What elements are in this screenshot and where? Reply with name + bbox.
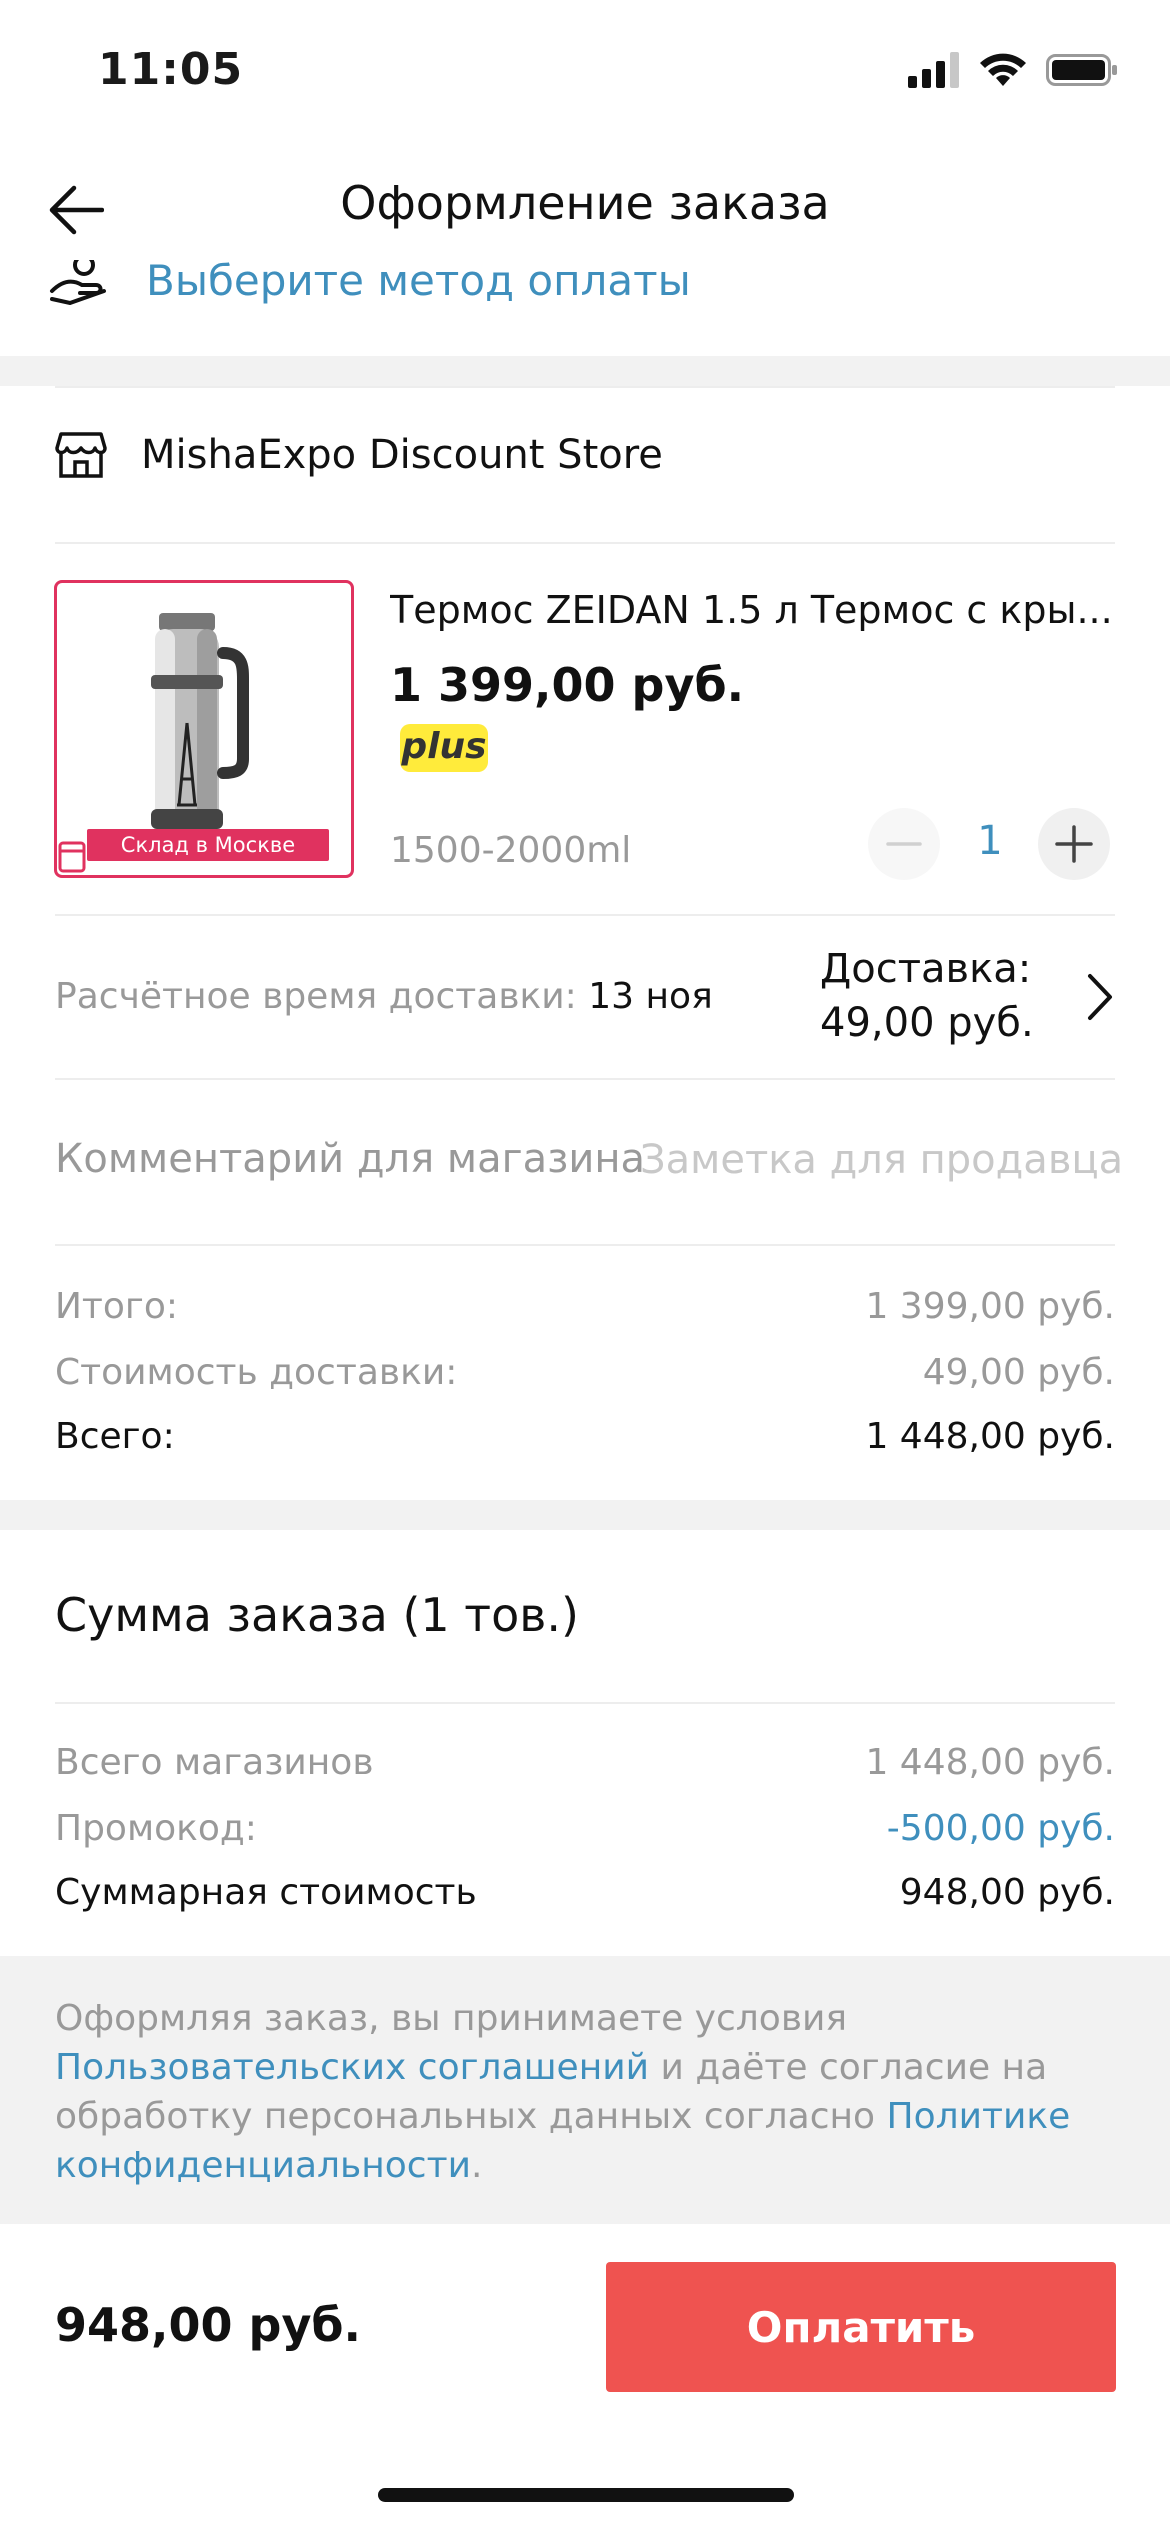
section-separator [0,356,1170,386]
store-total-value: 1 448,00 руб. [865,1416,1115,1457]
home-indicator[interactable] [378,2488,794,2502]
quantity-decrease-button[interactable] [868,808,940,880]
shipping-cost-row: Стоимость доставки: 49,00 руб. [55,1352,1115,1393]
section-separator [0,1500,1170,1530]
minus-icon [886,842,922,846]
divider [55,1244,1115,1246]
store-total-row: Всего: 1 448,00 руб. [55,1416,1115,1457]
eta-label: Расчётное время доставки: [55,976,577,1017]
divider [55,914,1115,916]
comment-label: Комментарий для магазина [55,1136,646,1182]
warehouse-badge: Склад в Москве [87,829,329,861]
seller-note-input[interactable] [640,1128,1120,1192]
divider [55,1702,1115,1704]
shipping-cost-value: 49,00 руб. [922,1352,1115,1393]
subtotal-row: Итого: 1 399,00 руб. [55,1286,1115,1327]
shipping-value: 49,00 руб. [820,1000,1034,1046]
quantity-increase-button[interactable] [1038,808,1110,880]
store-icon [55,432,107,478]
store-name: MishaExpo Discount Store [141,432,663,478]
order-summary-title: Сумма заказа (1 тов.) [55,1588,579,1642]
wifi-icon [980,53,1026,86]
product-variant[interactable]: 1500-2000ml [390,830,631,871]
status-time: 11:05 [98,44,244,95]
quantity-value[interactable]: 1 [960,818,1020,864]
footer-total: 948,00 руб. [55,2298,362,2352]
delivery-eta: Расчётное время доставки: 13 ноя [55,976,713,1017]
subtotal-label: Итого: [55,1286,178,1327]
page-title: Оформление заказа [340,176,830,230]
legal-text: . [470,2145,483,2186]
payment-method-row[interactable]: Выберите метод оплаты [48,255,691,312]
user-agreement-link[interactable]: Пользовательских соглашений [55,2047,649,2088]
stores-total-value: 1 448,00 руб. [865,1742,1115,1783]
grand-total-label: Суммарная стоимость [55,1872,477,1913]
status-icons [908,52,1118,88]
store-total-label: Всего: [55,1416,175,1457]
grand-total-value: 948,00 руб. [899,1872,1115,1913]
shipping-label: Доставка: [820,946,1032,992]
divider [55,386,1115,388]
shipping-cost[interactable]: Доставка: 49,00 руб. [820,942,1034,1050]
product-price: 1 399,00 руб. [390,658,745,712]
legal-text: Оформляя заказ, вы принимаете условия [55,1998,848,2039]
stores-total-row: Всего магазинов 1 448,00 руб. [55,1742,1115,1783]
chevron-right-icon[interactable] [1082,970,1118,1024]
subtotal-value: 1 399,00 руб. [865,1286,1115,1327]
promo-code-label: Промокод: [55,1808,257,1849]
battery-icon [1046,54,1117,86]
divider [55,1078,1115,1080]
eta-value: 13 ноя [588,976,713,1017]
store-row[interactable]: MishaExpo Discount Store [55,430,663,480]
promo-code-row[interactable]: Промокод: -500,00 руб. [55,1808,1115,1849]
stores-total-label: Всего магазинов [55,1742,374,1783]
legal-notice: Оформляя заказ, вы принимаете условия По… [0,1956,1170,2224]
plus-badge: plus [400,724,488,772]
calendar-icon [58,841,86,873]
pay-button[interactable]: Оплатить [606,2262,1116,2392]
grand-total-row: Суммарная стоимость 948,00 руб. [55,1872,1115,1913]
product-image[interactable]: Склад в Москве [54,580,354,878]
payment-method-label: Выберите метод оплаты [146,255,691,305]
promo-code-value: -500,00 руб. [886,1808,1115,1849]
hand-payment-icon [50,260,106,305]
cellular-signal-icon [908,52,959,88]
product-title[interactable]: Термос ZEIDAN 1.5 л Термос с кры... [390,588,1130,632]
plus-icon [1055,825,1093,863]
divider [55,542,1115,544]
shipping-cost-label: Стоимость доставки: [55,1352,458,1393]
